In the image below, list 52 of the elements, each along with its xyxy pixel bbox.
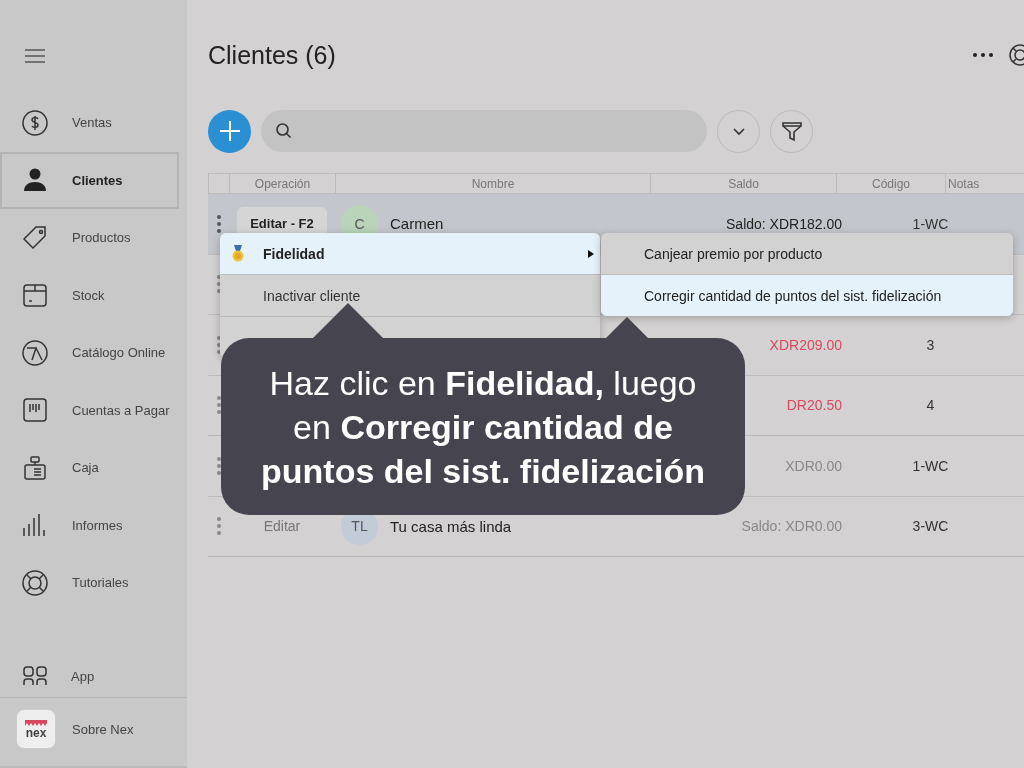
filter-icon xyxy=(780,120,803,142)
globe-icon xyxy=(21,338,49,367)
client-name: Tu casa más linda xyxy=(390,517,512,535)
drag-handle-icon[interactable] xyxy=(216,395,221,416)
sidebar-item[interactable]: Productos xyxy=(0,209,187,267)
balance-text: XDR0.00 xyxy=(785,457,842,474)
menu-item[interactable]: Corregir cantidad de puntos del sist. fidelización xyxy=(601,275,1013,316)
filter-button[interactable] xyxy=(770,109,813,153)
drag-handle-icon[interactable] xyxy=(216,334,221,355)
balance-text: Saldo: XDR0.00 xyxy=(741,518,842,535)
plus-icon xyxy=(218,120,241,142)
sidebar-item[interactable]: Clientes xyxy=(0,151,179,209)
box-icon xyxy=(21,281,49,310)
dollar-icon xyxy=(21,108,49,137)
sidebar-item[interactable]: Informes xyxy=(0,496,187,554)
menu-icon[interactable] xyxy=(24,48,46,64)
drag-handle-icon[interactable] xyxy=(216,274,221,295)
sidebar-item[interactable]: Catálogo Online xyxy=(0,324,187,382)
more-icon[interactable] xyxy=(972,52,994,58)
search-icon xyxy=(275,122,293,140)
code-text: 3-WC xyxy=(912,518,949,535)
client-name: Carmen xyxy=(390,215,444,233)
sidebar-item[interactable]: Ventas xyxy=(0,94,187,152)
balance-text: XDR209.00 xyxy=(769,336,842,353)
code-text: 4 xyxy=(926,397,935,414)
code-text: 3 xyxy=(926,336,935,353)
sidebar-item[interactable]: Tutoriales xyxy=(0,554,187,612)
sidebar-item[interactable]: Caja xyxy=(0,439,187,497)
tooltip-text: Haz clic en Fidelidad, luego en Corregir cantidad de puntos del sist. fidelización xyxy=(260,362,706,492)
sidebar-item[interactable]: nex Sobre Nex xyxy=(0,697,187,760)
page-title: Clientes (6) xyxy=(208,40,336,70)
add-button[interactable] xyxy=(208,109,251,153)
balance-text: DR20.50 xyxy=(786,397,842,414)
menu-item[interactable]: Fidelidad xyxy=(220,233,600,275)
sidebar-item[interactable]: App xyxy=(0,655,187,697)
drag-handle-icon[interactable] xyxy=(216,213,221,234)
app-logo: nex xyxy=(16,709,56,749)
search-field[interactable] xyxy=(261,110,707,152)
sidebar-item[interactable]: Cuentas a Pagar xyxy=(0,381,187,439)
chevron-down-icon xyxy=(731,126,746,136)
medal-icon xyxy=(232,245,244,263)
register-icon xyxy=(21,453,49,482)
code-text: 1-WC xyxy=(912,457,949,474)
bill-icon xyxy=(21,396,49,425)
tag-icon xyxy=(21,223,49,252)
sidebar-item[interactable]: Stock xyxy=(0,266,187,324)
grid-icon xyxy=(22,666,48,686)
drag-handle-icon[interactable] xyxy=(216,455,221,476)
balance-text: Saldo: XDR182.00 xyxy=(726,215,842,232)
lifebuoy-icon xyxy=(21,568,49,597)
code-text: 1-WC xyxy=(912,215,949,232)
drag-handle-icon[interactable] xyxy=(216,516,221,537)
